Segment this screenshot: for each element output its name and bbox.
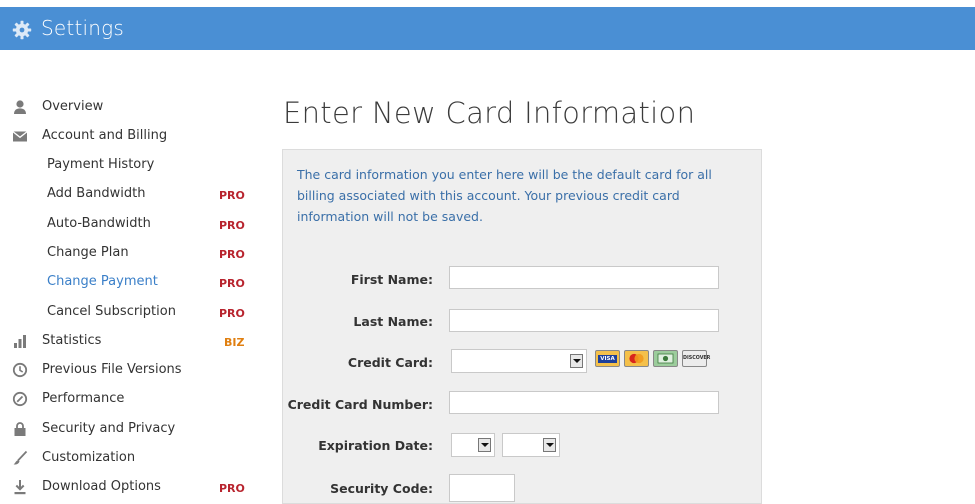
brush-icon xyxy=(13,450,28,465)
sidebar-item-auto-bandwidth[interactable]: Auto-Bandwidth PRO xyxy=(0,213,255,237)
last-name-input[interactable] xyxy=(449,309,719,332)
top-strip xyxy=(0,0,975,7)
card-form-panel: The card information you enter here will… xyxy=(282,149,762,504)
sidebar-item-label: Cancel Subscription xyxy=(47,304,176,319)
sidebar-item-account-billing[interactable]: Account and Billing xyxy=(0,125,255,149)
page-title: Settings xyxy=(41,16,124,40)
clock-icon xyxy=(12,362,28,378)
first-name-label: First Name: xyxy=(350,272,433,287)
sidebar-item-label: Statistics xyxy=(42,333,102,348)
chevron-down-icon xyxy=(478,438,491,452)
sidebar-item-label: Account and Billing xyxy=(42,128,168,143)
credit-card-select[interactable] xyxy=(451,349,587,373)
sidebar-item-change-plan[interactable]: Change Plan PRO xyxy=(0,242,255,266)
pro-badge: PRO xyxy=(219,277,245,290)
mastercard-logo xyxy=(624,350,649,367)
download-icon xyxy=(14,480,26,495)
sidebar-item-statistics[interactable]: Statistics BIZ xyxy=(0,330,255,354)
card-number-label: Credit Card Number: xyxy=(287,397,433,412)
sidebar-item-previous-file-versions[interactable]: Previous File Versions xyxy=(0,359,255,383)
credit-card-label: Credit Card: xyxy=(347,355,433,370)
bar-chart-icon xyxy=(14,335,26,348)
sidebar-item-payment-history[interactable]: Payment History xyxy=(0,154,255,178)
card-number-input[interactable] xyxy=(449,391,719,414)
sidebar-item-security-privacy[interactable]: Security and Privacy xyxy=(0,418,255,442)
pro-badge: PRO xyxy=(219,248,245,261)
sidebar-item-label: Security and Privacy xyxy=(42,421,176,436)
pro-badge: PRO xyxy=(219,307,245,320)
sidebar-item-label: Overview xyxy=(42,99,104,114)
visa-card-logo: VISA xyxy=(595,350,620,367)
amex-card-logo xyxy=(653,350,678,367)
sidebar-item-customization[interactable]: Customization xyxy=(0,447,255,471)
sidebar-item-performance[interactable]: Performance xyxy=(0,388,255,412)
exp-year-select[interactable] xyxy=(502,433,560,457)
biz-badge: BIZ xyxy=(224,336,245,349)
expiration-date-label: Expiration Date: xyxy=(318,438,433,453)
security-code-label: Security Code: xyxy=(330,481,433,496)
sidebar-item-label: Auto-Bandwidth xyxy=(47,216,151,231)
discover-card-logo: DISCOVER xyxy=(682,350,710,367)
sidebar-item-label: Add Bandwidth xyxy=(47,186,146,201)
pro-badge: PRO xyxy=(219,219,245,232)
sidebar-item-label: Change Payment xyxy=(47,274,158,289)
sidebar-item-label: Previous File Versions xyxy=(42,362,182,377)
sidebar-item-label: Performance xyxy=(42,391,125,406)
pro-badge: PRO xyxy=(219,482,245,495)
sidebar-item-add-bandwidth[interactable]: Add Bandwidth PRO xyxy=(0,183,255,207)
sidebar-item-label: Customization xyxy=(42,450,136,465)
sidebar-item-label: Change Plan xyxy=(47,245,129,260)
chevron-down-icon xyxy=(570,354,583,368)
user-icon xyxy=(14,100,26,114)
exp-month-select[interactable] xyxy=(451,433,495,457)
first-name-input[interactable] xyxy=(449,266,719,289)
lock-icon xyxy=(14,422,26,436)
billing-notice: The card information you enter here will… xyxy=(297,167,712,224)
last-name-label: Last Name: xyxy=(353,314,433,329)
gear-icon xyxy=(12,20,32,40)
settings-header: Settings xyxy=(0,7,975,50)
envelope-icon xyxy=(12,131,28,142)
sidebar-item-cancel-subscription[interactable]: Cancel Subscription PRO xyxy=(0,301,255,325)
form-heading: Enter New Card Information xyxy=(283,96,696,130)
gauge-icon xyxy=(12,391,28,407)
pro-badge: PRO xyxy=(219,189,245,202)
sidebar-item-label: Download Options xyxy=(42,479,161,494)
chevron-down-icon xyxy=(543,438,556,452)
sidebar-item-download-options[interactable]: Download Options PRO xyxy=(0,476,255,500)
sidebar-item-change-payment[interactable]: Change Payment PRO xyxy=(0,271,255,295)
sidebar-item-label: Payment History xyxy=(47,157,155,172)
sidebar-item-overview[interactable]: Overview xyxy=(0,96,255,120)
